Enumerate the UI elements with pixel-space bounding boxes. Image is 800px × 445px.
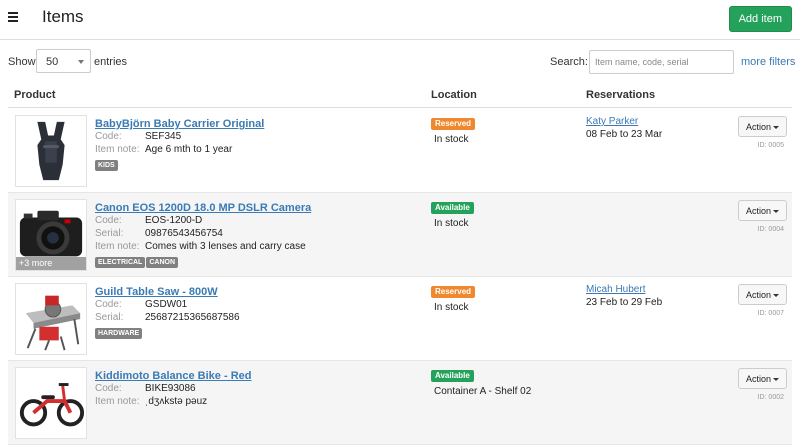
code-label: Code: [95, 383, 122, 394]
item-id: ID: 0007 [757, 310, 784, 317]
entries-value: 50 [46, 56, 59, 68]
status-badge: Available [431, 202, 474, 214]
product-name-link[interactable]: Kiddimoto Balance Bike - Red [95, 370, 251, 382]
table-row[interactable]: +3 more Canon EOS 1200D 18.0 MP DSLR Cam… [8, 193, 792, 277]
note-value: Comes with 3 lenses and carry case [145, 241, 306, 252]
search-label: Search: [550, 56, 588, 68]
table-saw-image [25, 295, 81, 351]
action-label: Action [746, 205, 772, 216]
note-label: Item note: [95, 144, 140, 155]
action-label: Action [746, 289, 772, 300]
note-label: Item note: [95, 241, 140, 252]
product-name-link[interactable]: Guild Table Saw - 800W [95, 286, 218, 298]
reservation-dates: 08 Feb to 23 Mar [586, 129, 663, 140]
tag-badge[interactable]: ELECTRICAL [95, 257, 146, 268]
column-location: Location [431, 89, 477, 101]
more-filters-link[interactable]: more filters [741, 56, 795, 68]
code-label: Code: [95, 299, 122, 310]
code-value: BIKE93086 [145, 383, 196, 394]
product-image[interactable]: +3 more [15, 199, 87, 271]
code-field: Code: BIKE93086 [95, 383, 196, 394]
location-text: In stock [434, 218, 469, 229]
serial-field: Serial: 25687215365687586 [95, 312, 240, 323]
baby-carrier-image [37, 121, 65, 181]
table-row[interactable]: Guild Table Saw - 800W Code: GSDW01 Seria… [8, 277, 792, 361]
page-title: Items [42, 7, 84, 26]
code-label: Code: [95, 215, 122, 226]
balance-bike-image [19, 383, 85, 427]
action-button[interactable]: Action [738, 368, 787, 389]
serial-label: Serial: [95, 312, 124, 323]
status-badge: Available [431, 370, 474, 382]
tag-badge[interactable]: HARDWARE [95, 328, 143, 339]
reservation-contact-link[interactable]: Micah Hubert [586, 284, 645, 295]
column-product: Product [14, 89, 56, 101]
note-label: Item note: [95, 396, 140, 407]
table-header: Product Location Reservations [8, 86, 792, 108]
caret-down-icon [773, 126, 779, 129]
show-label: Show [8, 56, 36, 68]
code-field: Code: GSDW01 [95, 299, 187, 310]
note-field: Item note: ˌdʒʌkstə pəuz [95, 396, 207, 407]
note-value: ˌdʒʌkstə pəuz [145, 396, 208, 407]
column-reservations: Reservations [586, 89, 656, 101]
product-image[interactable] [15, 367, 87, 439]
entries-label: entries [94, 56, 128, 68]
caret-down-icon [773, 294, 779, 297]
tag-badge[interactable]: CANON [146, 257, 179, 268]
more-images-badge[interactable]: +3 more [16, 257, 86, 270]
location-text: Container A - Shelf 02 [434, 386, 532, 397]
item-id: ID: 0002 [757, 394, 784, 401]
location-text: In stock [434, 302, 469, 313]
add-item-button[interactable]: Add item [728, 6, 792, 32]
note-value: Age 6 mth to 1 year [145, 144, 233, 155]
caret-down-icon [773, 210, 779, 213]
status-badge: Reserved [431, 118, 476, 130]
reservation-contact-link[interactable]: Katy Parker [586, 116, 638, 127]
caret-down-icon [773, 378, 779, 381]
code-value: EOS-1200-D [145, 215, 203, 226]
status-badge: Reserved [431, 286, 476, 298]
action-label: Action [746, 121, 772, 132]
tag-list: ELECTRICAL CANON [95, 255, 179, 268]
top-bar: Items Add item [0, 0, 800, 40]
note-field: Item note: Comes with 3 lenses and carry … [95, 241, 306, 252]
hamburger-icon[interactable] [8, 12, 18, 22]
search-input[interactable] [589, 50, 734, 74]
code-label: Code: [95, 131, 122, 142]
tag-list: KIDS [95, 158, 119, 171]
action-label: Action [746, 373, 772, 384]
serial-label: Serial: [95, 228, 124, 239]
action-button[interactable]: Action [738, 284, 787, 305]
table-row[interactable]: BabyBjörn Baby Carrier Original Code: SEF… [8, 109, 792, 193]
note-field: Item note: Age 6 mth to 1 year [95, 144, 232, 155]
serial-value: 25687215365687586 [145, 312, 240, 323]
product-name-link[interactable]: Canon EOS 1200D 18.0 MP DSLR Camera [95, 202, 311, 214]
entries-select[interactable]: 50 [36, 49, 91, 73]
table-controls: Show 50 entries Search: more filters [0, 48, 800, 76]
product-image[interactable] [15, 115, 87, 187]
product-image[interactable] [15, 283, 87, 355]
code-value: GSDW01 [145, 299, 188, 310]
product-name-link[interactable]: BabyBjörn Baby Carrier Original [95, 118, 264, 130]
item-id: ID: 0004 [757, 226, 784, 233]
action-button[interactable]: Action [738, 200, 787, 221]
code-value: SEF345 [145, 131, 182, 142]
code-field: Code: EOS-1200-D [95, 215, 202, 226]
reservation-dates: 23 Feb to 29 Feb [586, 297, 663, 308]
tag-badge[interactable]: KIDS [95, 160, 118, 171]
code-field: Code: SEF345 [95, 131, 181, 142]
serial-field: Serial: 09876543456754 [95, 228, 223, 239]
action-button[interactable]: Action [738, 116, 787, 137]
tag-list: HARDWARE [95, 326, 143, 339]
serial-value: 09876543456754 [145, 228, 223, 239]
item-id: ID: 0005 [757, 142, 784, 149]
location-text: In stock [434, 134, 469, 145]
caret-down-icon [78, 60, 84, 64]
table-row[interactable]: Kiddimoto Balance Bike - Red Code: BIKE93… [8, 361, 792, 445]
